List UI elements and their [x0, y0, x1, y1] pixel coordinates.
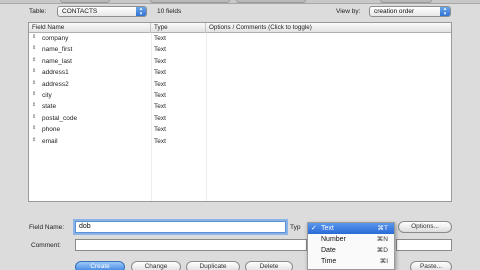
view-by-label: View by:: [336, 8, 361, 15]
table-row[interactable]: ⇕ name_first Text: [29, 44, 451, 55]
menu-item-shortcut: ⌘T: [377, 225, 388, 232]
drag-handle-icon[interactable]: ⇕: [32, 114, 37, 122]
table-row[interactable]: ⇕ state Text: [29, 101, 451, 112]
field-type-cell: Text: [154, 114, 166, 122]
field-name-label: Field Name:: [29, 224, 65, 231]
comment-input-right[interactable]: [396, 239, 452, 251]
table-row[interactable]: ⇕ email Text: [29, 136, 451, 147]
top-tab-2[interactable]: [150, 0, 230, 3]
field-name-input[interactable]: dob: [75, 221, 286, 233]
table-body: ⇕ company Text ⇕ name_first Text ⇕ name_last Tex…: [29, 33, 451, 147]
field-type-cell: Text: [154, 69, 166, 77]
create-button[interactable]: Create: [75, 261, 125, 270]
menu-item-label: Time: [321, 258, 337, 265]
type-menu-item-number[interactable]: Number ⌘N: [308, 234, 394, 245]
drag-handle-icon[interactable]: ⇕: [32, 69, 37, 76]
field-type-cell: Text: [154, 35, 166, 42]
field-name-cell: company: [42, 35, 69, 42]
drag-handle-icon[interactable]: ⇕: [32, 80, 37, 88]
field-type-cell: Text: [154, 137, 166, 145]
field-type-cell: Text: [154, 46, 166, 54]
options-button[interactable]: Options...: [398, 221, 452, 233]
table-select[interactable]: CONTACTS ▴ ▾: [57, 6, 147, 17]
table-row[interactable]: ⇕ phone Text: [29, 124, 451, 135]
field-type-cell: Text: [154, 126, 166, 134]
field-type-cell: Text: [154, 57, 166, 65]
type-menu-item-time[interactable]: Time ⌘I: [308, 256, 394, 267]
column-header-options[interactable]: Options / Comments (Click to toggle): [206, 23, 451, 33]
change-button[interactable]: Change: [131, 261, 181, 270]
type-label: Typ: [290, 224, 301, 231]
drag-handle-icon[interactable]: ⇕: [32, 35, 37, 42]
field-name-cell: city: [42, 91, 52, 99]
drag-handle-icon[interactable]: ⇕: [32, 46, 37, 53]
field-type-cell: Text: [154, 103, 166, 111]
menu-item-label: Text: [321, 225, 334, 232]
chevron-updown-icon: ▴ ▾: [136, 7, 146, 16]
field-count: 10 fields: [157, 8, 182, 15]
fields-table[interactable]: Field Name Type Options / Comments (Clic…: [28, 22, 452, 202]
table-row[interactable]: ⇕ name_last Text: [29, 56, 451, 67]
chevron-updown-icon: ▴ ▾: [440, 7, 450, 16]
delete-button[interactable]: Delete: [245, 261, 293, 270]
field-name-cell: phone: [42, 126, 61, 134]
menu-item-label: Date: [321, 247, 336, 254]
comment-label: Comment:: [31, 242, 61, 249]
top-tab-1[interactable]: [60, 0, 110, 3]
paste-button[interactable]: Paste...: [410, 261, 452, 270]
field-name-cell: state: [42, 103, 57, 111]
top-tab-4[interactable]: [380, 0, 432, 3]
field-form: Field Name: dob Typ Options... Comment: …: [0, 205, 480, 270]
drag-handle-icon[interactable]: ⇕: [32, 126, 37, 133]
column-header-type[interactable]: Type: [151, 23, 206, 33]
menu-item-shortcut: ⌘I: [379, 258, 388, 265]
drag-handle-icon[interactable]: ⇕: [32, 91, 37, 99]
type-menu-item-text[interactable]: ✓ Text ⌘T: [308, 223, 394, 234]
drag-handle-icon[interactable]: ⇕: [32, 103, 37, 110]
table-row[interactable]: ⇕ city Text: [29, 90, 451, 101]
menu-item-label: Number: [321, 236, 346, 243]
table-row[interactable]: ⇕ address2 Text: [29, 79, 451, 90]
type-menu-item-date[interactable]: Date ⌘D: [308, 245, 394, 256]
field-name-cell: email: [42, 137, 58, 145]
field-name-cell: address2: [42, 80, 69, 88]
field-name-cell: postal_code: [42, 114, 78, 122]
table-select-value: CONTACTS: [62, 8, 98, 15]
field-type-cell: Text: [154, 80, 166, 88]
view-by-select[interactable]: creation order ▴ ▾: [369, 6, 451, 17]
menu-item-shortcut: ⌘N: [376, 236, 388, 243]
table-row[interactable]: ⇕ address1 Text: [29, 67, 451, 78]
field-name-cell: address1: [42, 69, 69, 77]
duplicate-button[interactable]: Duplicate: [186, 261, 240, 270]
table-toolbar: Table: CONTACTS ▴ ▾ 10 fields View by: cr…: [0, 5, 480, 21]
window-top-strip: [0, 0, 480, 4]
drag-handle-icon[interactable]: ⇕: [32, 57, 37, 65]
field-name-cell: name_last: [42, 57, 72, 65]
view-by-value: creation order: [374, 8, 415, 15]
top-tab-3[interactable]: [236, 0, 306, 3]
field-name-cell: name_first: [42, 46, 73, 54]
comment-input[interactable]: [75, 239, 307, 251]
table-header: Field Name Type Options / Comments (Clic…: [29, 23, 451, 33]
type-menu[interactable]: ✓Text⌘TNumber⌘NDate⌘DTime⌘ITimestamp⌘M: [307, 222, 395, 270]
table-row[interactable]: ⇕ postal_code Text: [29, 113, 451, 124]
checkmark-icon: ✓: [311, 225, 317, 232]
field-type-cell: Text: [154, 91, 166, 99]
table-row[interactable]: ⇕ company Text: [29, 33, 451, 44]
drag-handle-icon[interactable]: ⇕: [32, 137, 37, 145]
menu-item-shortcut: ⌘D: [376, 247, 388, 254]
column-header-field-name[interactable]: Field Name: [29, 23, 151, 33]
table-label: Table:: [29, 8, 47, 15]
